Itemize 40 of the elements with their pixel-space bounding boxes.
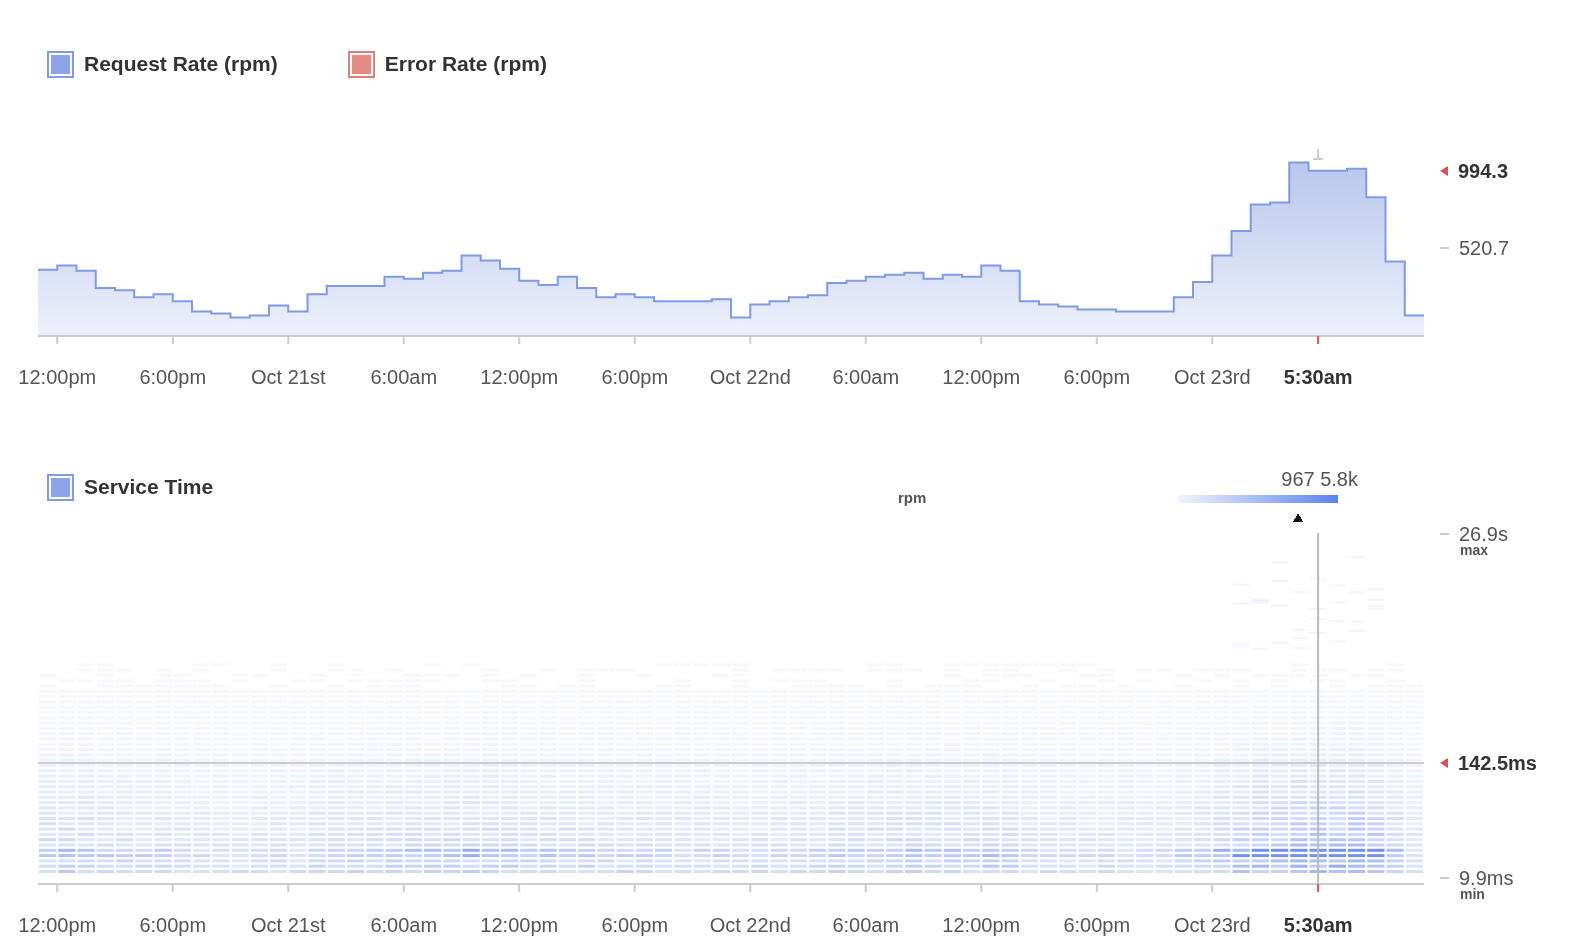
legend-label: Error Rate (rpm) <box>384 52 547 76</box>
x-axis-label: 6:00pm <box>139 365 207 389</box>
x-axis-label: 12:00pm <box>480 365 559 389</box>
tick-mark <box>1440 877 1449 879</box>
y-axis-label: 520.7 <box>1459 236 1510 260</box>
x-axis-label: 6:00pm <box>601 365 669 389</box>
y-axis-caption: min <box>1460 886 1485 902</box>
x-axis-label: Oct 22nd <box>709 365 791 389</box>
x-axis-label: 12:00pm <box>480 913 559 937</box>
x-axis-label: 6:00pm <box>601 913 669 937</box>
color-scale-label: rpm <box>898 489 927 507</box>
x-axis-label: 6:00am <box>370 365 438 389</box>
legend-label: Request Rate (rpm) <box>84 52 278 76</box>
x-axis-label: 12:00pm <box>942 365 1021 389</box>
y-axis-label: 994.3 <box>1458 159 1509 183</box>
tick-mark <box>1440 533 1449 535</box>
x-axis-label: 6:00am <box>832 913 900 937</box>
marker-icon <box>1440 166 1448 176</box>
x-axis-label: Oct 23rd <box>1173 365 1251 389</box>
cursor-time-label: 5:30am <box>1283 365 1353 389</box>
x-axis-label: 6:00pm <box>1063 365 1131 389</box>
x-axis-label: Oct 22nd <box>709 913 791 937</box>
marker-icon <box>1440 758 1448 768</box>
x-axis-label: 6:00am <box>832 365 900 389</box>
legend-label: Service Time <box>84 475 214 499</box>
x-axis-label: 6:00pm <box>139 913 207 937</box>
x-axis-label: 12:00pm <box>18 913 97 937</box>
color-scale-range: 967 5.8k <box>1281 467 1358 491</box>
cursor-time-label: 5:30am <box>1283 913 1353 937</box>
y-axis-label: 142.5ms <box>1458 751 1537 775</box>
x-axis-label: 12:00pm <box>18 365 97 389</box>
pin-icon <box>1312 148 1325 160</box>
x-axis-label: 6:00pm <box>1063 913 1131 937</box>
x-axis-label: 12:00pm <box>942 913 1021 937</box>
x-axis-label: Oct 23rd <box>1173 913 1251 937</box>
x-axis-label: 6:00am <box>370 913 438 937</box>
x-axis-label: Oct 21st <box>251 365 326 389</box>
tick-mark <box>1440 247 1449 249</box>
y-axis-label: 9.9ms <box>1459 866 1514 889</box>
x-axis-label: Oct 21st <box>251 913 326 937</box>
